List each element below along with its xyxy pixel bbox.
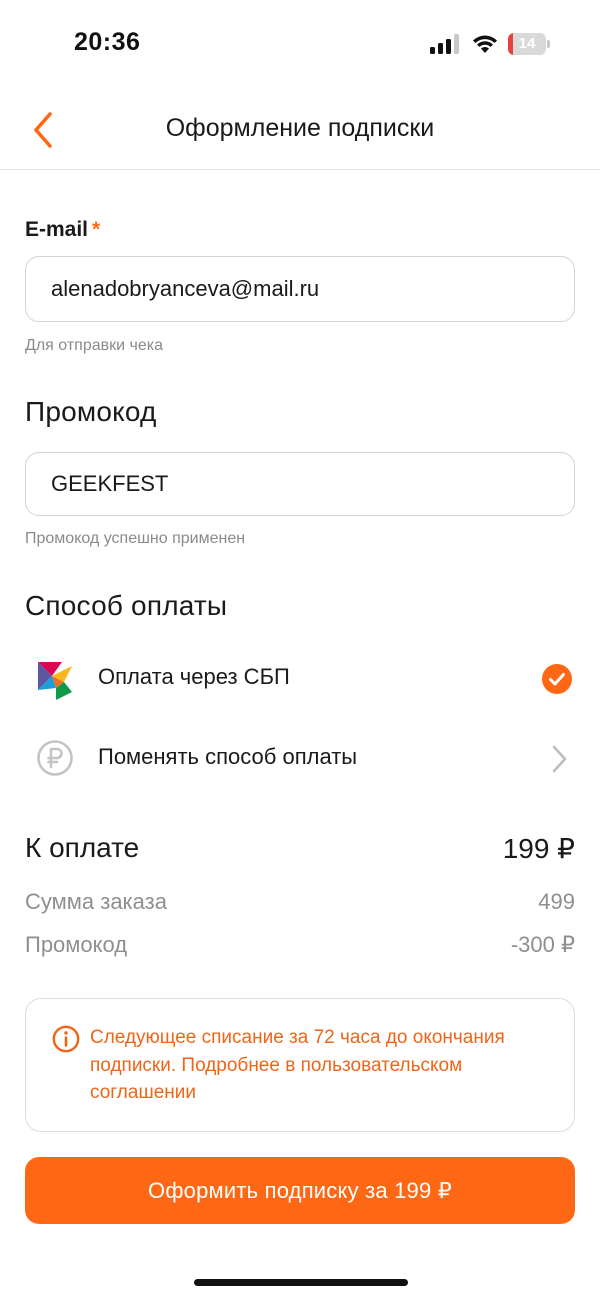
subscribe-button-label: Оформить подписку за 199 ₽: [148, 1178, 452, 1203]
order-sum-value: 499: [538, 889, 575, 914]
page-title: Оформление подписки: [165, 114, 435, 142]
change-payment-method[interactable]: Поменять способ оплаты: [0, 728, 600, 788]
total-value: 199 ₽: [502, 833, 575, 864]
signal-icon: [430, 34, 459, 54]
status-bar: 20:36 14: [0, 0, 600, 90]
sbp-logo-icon: [38, 662, 72, 700]
promo-code-value: GEEKFEST: [51, 471, 169, 496]
nav-bar: Оформление подписки: [0, 90, 600, 170]
wifi-icon: [473, 35, 497, 53]
order-sum-label: Сумма заказа: [25, 889, 167, 914]
promo-discount-label: Промокод: [25, 932, 128, 957]
check-circle-icon: [542, 664, 572, 694]
payment-option-sbp[interactable]: Оплата через СБП: [0, 648, 600, 708]
battery-level: 14: [518, 35, 536, 52]
required-mark: *: [92, 218, 101, 241]
battery-icon: 14: [508, 33, 550, 55]
subscribe-button[interactable]: Оформить подписку за 199 ₽: [25, 1157, 575, 1224]
info-icon: [52, 1025, 80, 1053]
email-field[interactable]: alenadobryanceva@mail.ru: [25, 256, 575, 322]
home-indicator: [194, 1279, 408, 1286]
change-payment-label: Поменять способ оплаты: [98, 744, 358, 769]
payment-title: Способ оплаты: [25, 590, 228, 621]
promo-title: Промокод: [25, 396, 157, 427]
email-label: E-mail *: [25, 218, 100, 242]
promo-discount-value: -300 ₽: [510, 932, 575, 957]
email-label-text: E-mail: [25, 218, 89, 241]
payment-option-label: Оплата через СБП: [98, 664, 290, 689]
billing-notice: Следующее списание за 72 часа до окончан…: [25, 998, 575, 1132]
email-hint: Для отправки чека: [25, 337, 163, 354]
billing-notice-text[interactable]: Следующее списание за 72 часа до окончан…: [90, 1024, 520, 1107]
status-time: 20:36: [74, 28, 141, 56]
email-value: alenadobryanceva@mail.ru: [51, 276, 320, 301]
promo-hint: Промокод успешно применен: [25, 530, 246, 547]
ruble-coin-icon: [37, 740, 73, 776]
promo-code-field[interactable]: GEEKFEST: [25, 452, 575, 516]
total-label: К оплате: [25, 832, 140, 863]
chevron-right-icon: [552, 745, 567, 773]
